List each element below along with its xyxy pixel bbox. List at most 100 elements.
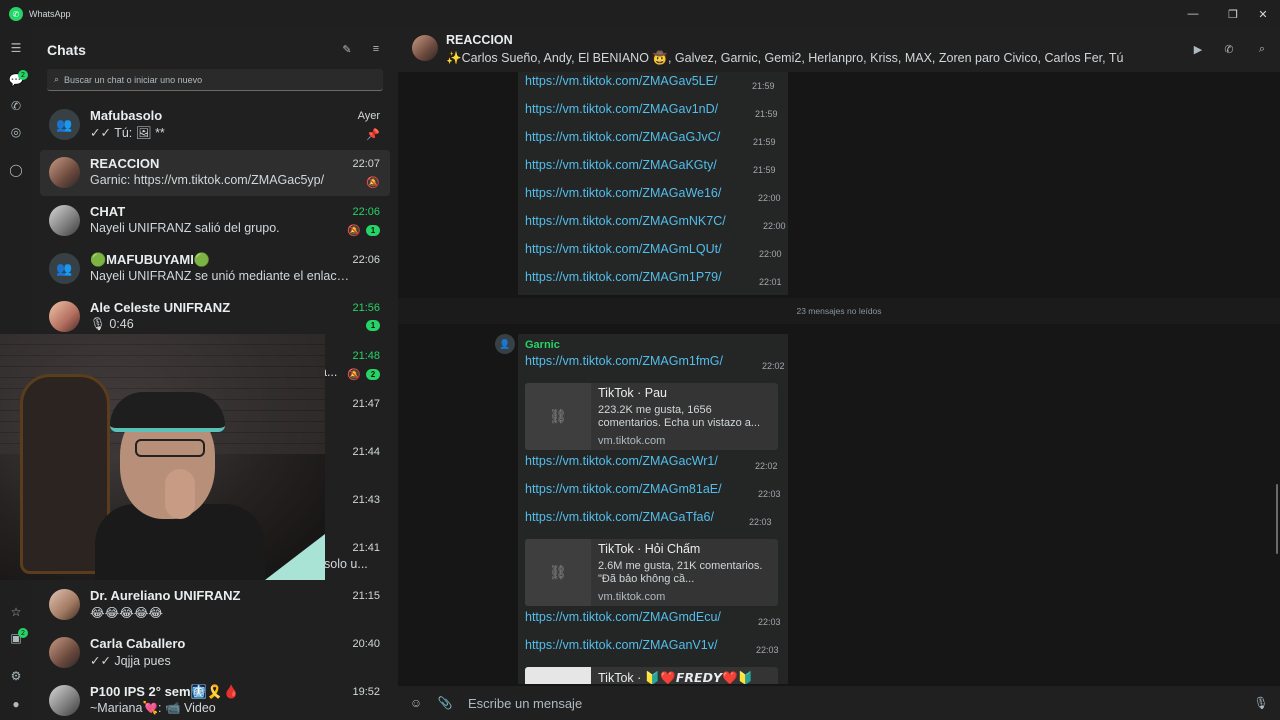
video-call-icon[interactable]: ▶ <box>1191 42 1205 56</box>
avatar <box>49 205 80 236</box>
message-input[interactable] <box>468 693 1228 713</box>
minimize-button[interactable]: — <box>1176 0 1210 28</box>
chat-row-p100-ips[interactable]: P100 IPS 2° sem🩻🎗️🩸 ~Mariana💘: 📹 Video 1… <box>40 678 390 720</box>
message-link[interactable]: https://vm.tiktok.com/ZMAGaKGty/ <box>525 158 717 172</box>
conversation-title: REACCION <box>446 33 513 47</box>
chat-time: 21:47 <box>352 398 380 410</box>
preview-title: TikTok · Hỏi Chấm <box>598 542 701 556</box>
chat-name: P100 IPS 2° sem🩻🎗️🩸 <box>90 684 240 699</box>
chat-last-message: ✓✓ Jqjja pues <box>90 654 171 668</box>
link-preview-card[interactable]: ⛓ TikTok · Hỏi Chấm 2.6M me gusta, 21K c… <box>525 539 778 606</box>
message-link[interactable]: https://vm.tiktok.com/ZMAGmdEcu/ <box>525 610 721 624</box>
close-button[interactable]: ✕ <box>1246 0 1280 28</box>
chat-last-message: solo u... <box>324 557 368 571</box>
message-list[interactable]: https://vm.tiktok.com/ZMAGav5LE/ 21:59 h… <box>398 72 1280 684</box>
message-time: 21:59 <box>752 81 775 91</box>
scrollbar[interactable] <box>1276 484 1278 554</box>
avatar <box>49 157 80 188</box>
status-icon[interactable]: ◎ <box>8 124 24 140</box>
chat-row-mafubasolo[interactable]: 👥 Mafubasolo ✓✓ Tú: 🖼 ** Ayer 📌 <box>40 102 390 148</box>
message-time: 21:59 <box>753 137 776 147</box>
chat-time: 21:44 <box>352 446 380 458</box>
chat-time: 19:52 <box>352 686 380 698</box>
message-link[interactable]: https://vm.tiktok.com/ZMAGm1fmG/ <box>525 354 723 368</box>
message-link[interactable]: https://vm.tiktok.com/ZMAGav5LE/ <box>525 74 717 88</box>
message-link[interactable]: https://vm.tiktok.com/ZMAGm81aE/ <box>525 482 722 496</box>
message-link[interactable]: https://vm.tiktok.com/ZMAGm1P79/ <box>525 270 722 284</box>
group-avatar-icon: 👥 <box>49 109 80 140</box>
chat-time: 22:07 <box>352 158 380 170</box>
chat-row-dr-aureliano[interactable]: Dr. Aureliano UNIFRANZ 😂😂😂😂😂 21:15 <box>40 582 390 628</box>
person-cap <box>110 392 225 432</box>
link-icon: ⛓ <box>525 383 591 450</box>
muted-icon: 🔕 <box>347 225 361 237</box>
sender-name: Garnic <box>525 339 560 351</box>
avatar <box>49 589 80 620</box>
link-preview-card[interactable]: TikTok · 🔰❤️𝙁𝙍𝙀𝘿𝙔❤️🔰 <box>525 667 778 684</box>
message-time: 21:59 <box>753 165 776 175</box>
chats-badge: 2 <box>18 70 28 80</box>
whatsapp-logo-icon: ✆ <box>9 7 23 21</box>
message-link[interactable]: https://vm.tiktok.com/ZMAGmLQUt/ <box>525 242 722 256</box>
chat-time: Ayer <box>357 110 380 122</box>
chat-row-reaccion[interactable]: REACCION Garnic: https://vm.tiktok.com/Z… <box>40 150 390 196</box>
message-link[interactable]: https://vm.tiktok.com/ZMAGanV1v/ <box>525 638 717 652</box>
message-time: 22:00 <box>763 221 786 231</box>
chat-last-message: 😂😂😂😂😂 <box>90 606 164 620</box>
message-link[interactable]: https://vm.tiktok.com/ZMAGacWr1/ <box>525 454 718 468</box>
message-link[interactable]: https://vm.tiktok.com/ZMAGaGJvC/ <box>525 130 720 144</box>
calls-icon[interactable]: ✆ <box>8 98 24 114</box>
message-composer: ☺ 📎 🎙 <box>398 686 1280 720</box>
profile-icon[interactable]: ● <box>8 696 24 712</box>
new-chat-icon[interactable]: ✎ <box>340 42 354 56</box>
message-link[interactable]: https://vm.tiktok.com/ZMAGmNK7C/ <box>525 214 726 228</box>
chat-name: CHAT <box>90 204 126 219</box>
app-title: WhatsApp <box>29 9 71 19</box>
message-link[interactable]: https://vm.tiktok.com/ZMAGaTfa6/ <box>525 510 714 524</box>
message-time: 22:00 <box>758 193 781 203</box>
chat-name: Ale Celeste UNIFRANZ <box>90 300 231 315</box>
chat-row-carla-caballero[interactable]: Carla Caballero ✓✓ Jqjja pues 20:40 <box>40 630 390 676</box>
chat-last-message: Garnic: https://vm.tiktok.com/ZMAGac5yp/ <box>90 173 325 187</box>
search-bar[interactable]: ⌕ <box>47 69 383 91</box>
chat-time: 21:15 <box>352 590 380 602</box>
chat-time: 20:40 <box>352 638 380 650</box>
filter-icon[interactable]: ≡ <box>369 42 383 56</box>
avatar[interactable] <box>412 35 438 61</box>
chat-meta: 📌 <box>366 128 380 141</box>
message-link[interactable]: https://vm.tiktok.com/ZMAGaWe16/ <box>525 186 721 200</box>
starred-icon[interactable]: ☆ <box>8 604 24 620</box>
message-time: 22:02 <box>762 361 785 371</box>
maximize-button[interactable]: ❐ <box>1216 0 1250 28</box>
search-input[interactable] <box>64 74 365 85</box>
chat-name: 🟢MAFUBUYAMI🟢 <box>90 252 211 267</box>
settings-icon[interactable]: ⚙ <box>8 668 24 684</box>
group-avatar-icon: 👥 <box>49 253 80 284</box>
menu-icon[interactable]: ☰ <box>8 40 24 56</box>
search-icon[interactable]: ⌕ <box>1255 42 1269 56</box>
chat-meta: 🔕 <box>366 176 380 189</box>
message-time: 22:03 <box>749 517 772 527</box>
meta-ai-icon[interactable]: ◯ <box>8 162 24 178</box>
chat-last-message: ✓✓ Tú: 🖼 ** <box>90 126 165 140</box>
message-link[interactable]: https://vm.tiktok.com/ZMAGav1nD/ <box>525 102 718 116</box>
voice-call-icon[interactable]: ✆ <box>1222 42 1236 56</box>
chat-last-message: ~Mariana💘: 📹 Video <box>90 701 216 715</box>
message-time: 21:59 <box>755 109 778 119</box>
conversation-pane: REACCION ✨Carlos Sueño, Andy, El BENIANO… <box>398 28 1280 720</box>
chat-row-mafubuyami[interactable]: 👥 🟢MAFUBUYAMI🟢 Nayeli UNIFRANZ se unió m… <box>40 246 390 292</box>
attach-icon[interactable]: 📎 <box>438 696 453 710</box>
conversation-header[interactable]: REACCION ✨Carlos Sueño, Andy, El BENIANO… <box>398 28 1280 72</box>
chat-time: 21:48 <box>352 350 380 362</box>
chat-row-chat[interactable]: CHAT Nayeli UNIFRANZ salió del grupo. 22… <box>40 198 390 244</box>
panel-title: Chats <box>47 42 86 58</box>
preview-description: 2.6M me gusta, 21K comentarios. "Đã bảo … <box>598 560 763 585</box>
message-time: 22:03 <box>758 617 781 627</box>
unread-badge: 1 <box>366 225 380 236</box>
avatar <box>49 301 80 332</box>
link-preview-card[interactable]: ⛓ TikTok · Pau 223.2K me gusta, 1656 com… <box>525 383 778 450</box>
thumbnail <box>525 667 591 684</box>
emoji-icon[interactable]: ☺ <box>409 696 423 710</box>
unread-badge: 1 <box>366 320 380 331</box>
microphone-icon[interactable]: 🎙 <box>1253 696 1268 710</box>
